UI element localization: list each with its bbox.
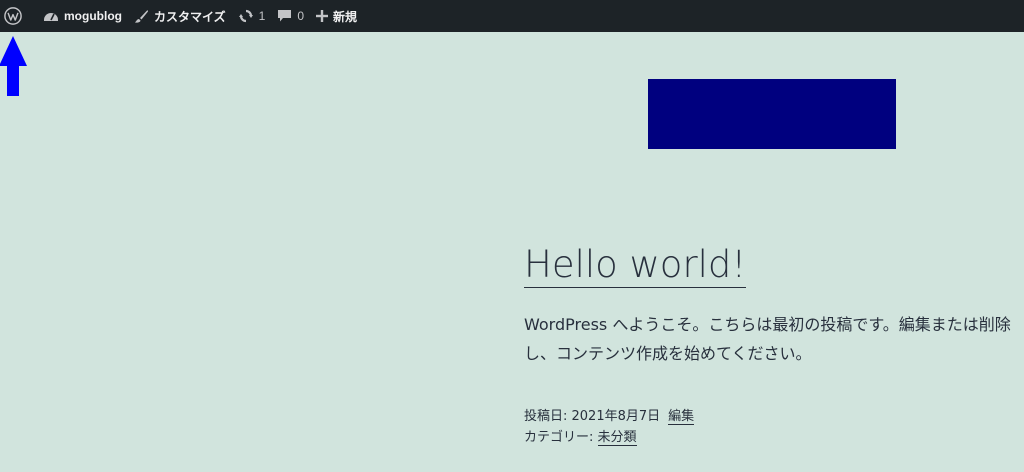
category-row: カテゴリー: 未分類 <box>524 427 694 448</box>
header-logo-block <box>648 79 896 149</box>
plus-icon <box>316 10 328 22</box>
customize-link[interactable]: カスタマイズ <box>128 0 232 32</box>
post-content: WordPress へようこそ。こちらは最初の投稿です。編集または削除 し、コン… <box>524 310 1024 368</box>
wordpress-logo-icon <box>4 7 22 25</box>
dashboard-icon <box>43 9 59 23</box>
post-content-line-1: WordPress へようこそ。こちらは最初の投稿です。編集または削除 <box>524 315 1011 334</box>
customize-label: カスタマイズ <box>153 9 226 24</box>
updates-link[interactable]: 1 <box>232 0 272 32</box>
up-arrow-icon <box>0 36 27 96</box>
edit-link[interactable]: 編集 <box>668 409 695 425</box>
brush-icon <box>134 9 149 24</box>
new-label: 新規 <box>333 9 358 24</box>
post-title: Hello world! <box>524 240 747 290</box>
post-title-link[interactable]: Hello world! <box>524 243 747 288</box>
category-link[interactable]: 未分類 <box>597 430 637 446</box>
wordpress-menu[interactable] <box>4 0 33 32</box>
comment-icon <box>277 9 292 23</box>
site-name: mogublog <box>64 9 122 23</box>
comments-link[interactable]: 0 <box>271 0 310 32</box>
site-name-link[interactable]: mogublog <box>37 0 128 32</box>
posted-date: 2021年8月7日 <box>571 409 661 424</box>
post-article: Hello world! WordPress へようこそ。こちらは最初の投稿です… <box>524 240 1024 446</box>
category-label: カテゴリー: <box>524 430 598 445</box>
comments-count: 0 <box>297 9 304 23</box>
posted-label: 投稿日: <box>524 409 572 424</box>
admin-bar: mogublog カスタマイズ 1 0 新規 <box>0 0 1024 32</box>
updates-count: 1 <box>258 9 266 23</box>
post-meta: 投稿日: 2021年8月7日 編集 カテゴリー: 未分類 <box>524 406 695 448</box>
posted-on: 投稿日: 2021年8月7日 編集 <box>524 406 695 427</box>
post-content-line-2: し、コンテンツ作成を始めてください。 <box>524 344 812 363</box>
new-content-link[interactable]: 新規 <box>310 0 363 32</box>
updates-icon <box>238 9 254 23</box>
